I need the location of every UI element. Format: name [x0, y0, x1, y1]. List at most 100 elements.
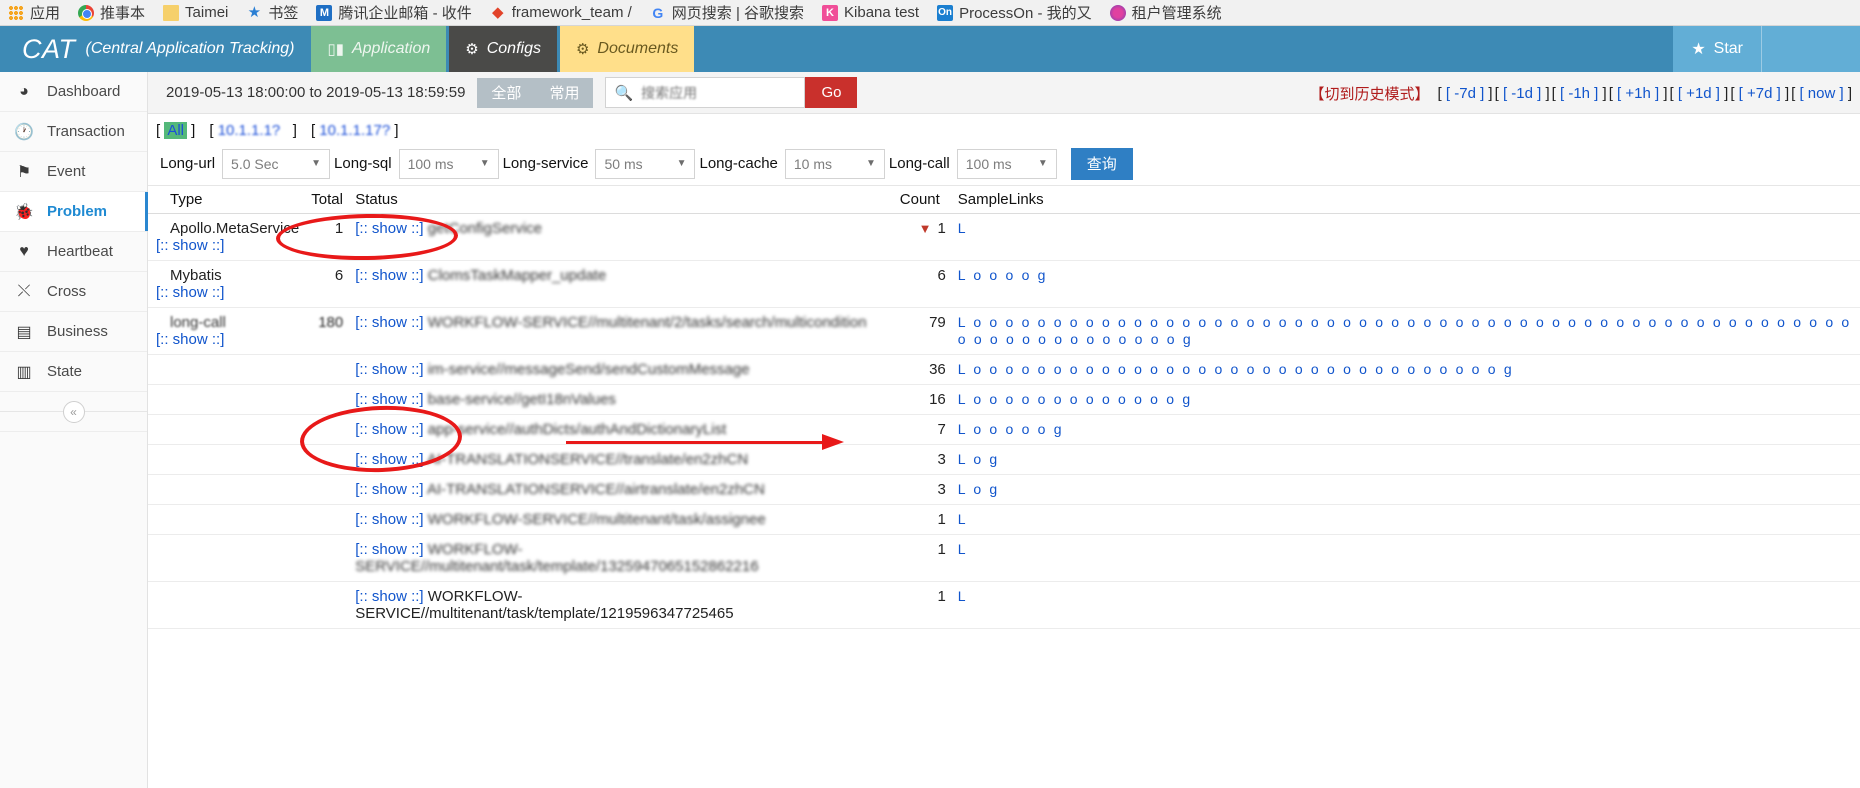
bar-chart-icon: ▯▮	[327, 41, 344, 58]
sample-links[interactable]: L o o o o g	[958, 267, 1048, 283]
ip-filter-host-1[interactable]: [ 10.1.1.1? ]	[209, 122, 297, 139]
sidebar-item-dashboard[interactable]: ◕ Dashboard	[0, 72, 147, 112]
cell-type	[148, 414, 306, 445]
scope-all-button[interactable]: 全部	[477, 78, 535, 108]
tab-documents[interactable]: ⚙ Documents	[556, 26, 695, 72]
sample-links[interactable]: L o g	[958, 481, 1000, 497]
ip-filter-label[interactable]: All	[164, 121, 188, 139]
filter-select-long-call[interactable]: 100 ms ▼	[956, 148, 1057, 179]
cell-samplelinks: L	[951, 213, 1860, 261]
sidebar-item-cross[interactable]: ⤬ Cross	[0, 272, 147, 312]
status-text: ClomsTaskMapper_update	[427, 267, 607, 284]
browser-bookmark-bar: 应用 推事本 Taimei ★ 书签 M 腾讯企业邮箱 - 收件 ◆ framewor…	[0, 0, 1860, 26]
sample-links[interactable]: L o o o o o g	[958, 421, 1064, 437]
time-shortcut-now[interactable]: [ [ now ] ]	[1791, 85, 1852, 102]
sample-links[interactable]: L	[958, 541, 968, 557]
bookmark-item[interactable]: ◆ framework_team /	[488, 1, 634, 25]
status-show-link[interactable]: [:: show ::]	[355, 314, 423, 331]
ip-filter-label[interactable]: 10.1.1.1?	[218, 122, 281, 139]
column-header-total[interactable]: Total	[305, 186, 350, 214]
filter-select-long-url[interactable]: 5.0 Sec ▼	[222, 148, 331, 179]
sample-links[interactable]: L	[958, 220, 968, 236]
bookmark-item[interactable]: 租户管理系统	[1108, 1, 1224, 25]
scope-common-button[interactable]: 常用	[535, 78, 593, 108]
time-shortcut-minus1h[interactable]: [ [ -1h ] ]	[1552, 85, 1607, 102]
shortcut-label[interactable]: [ +1h ]	[1617, 85, 1659, 102]
bookmark-item[interactable]: On ProcessOn - 我的又	[935, 1, 1094, 25]
star-button[interactable]: ★ Star	[1673, 26, 1762, 72]
date-range-label[interactable]: 2019-05-13 18:00:00 to 2019-05-13 18:59:…	[154, 84, 477, 101]
go-button[interactable]: Go	[805, 77, 858, 108]
search-box[interactable]: 🔍	[605, 77, 806, 108]
sample-links[interactable]: L o o o o o o o o o o o o o g	[958, 391, 1193, 407]
cell-total	[305, 444, 350, 475]
shortcut-label[interactable]: [ +7d ]	[1739, 85, 1781, 102]
shortcut-label[interactable]: [ -7d ]	[1446, 85, 1484, 102]
time-shortcut-minus1d[interactable]: [ [ -1d ] ]	[1495, 85, 1550, 102]
shortcut-label[interactable]: [ -1d ]	[1503, 85, 1541, 102]
type-show-link[interactable]: [:: show ::]	[156, 331, 299, 348]
bookmark-item[interactable]: M 腾讯企业邮箱 - 收件	[314, 1, 473, 25]
sample-links[interactable]: L o o o o o o o o o o o o o o o o o o o …	[958, 314, 1852, 347]
gitlab-icon: ◆	[491, 3, 504, 21]
status-show-link[interactable]: [:: show ::]	[355, 391, 423, 408]
status-show-link[interactable]: [:: show ::]	[355, 451, 423, 468]
sidebar-item-heartbeat[interactable]: ♥ Heartbeat	[0, 232, 147, 272]
status-show-link[interactable]: [:: show ::]	[355, 511, 423, 528]
sidebar-item-transaction[interactable]: 🕐 Transaction	[0, 112, 147, 152]
bookmark-item[interactable]: Taimei	[161, 1, 230, 25]
search-input[interactable]	[639, 83, 797, 102]
tenant-system-icon	[1109, 4, 1126, 21]
status-show-link[interactable]: [:: show ::]	[355, 421, 423, 438]
status-show-link[interactable]: [:: show ::]	[355, 588, 423, 605]
sidebar-item-business[interactable]: ▤ Business	[0, 312, 147, 352]
ip-filter-label[interactable]: 10.1.1.17?	[319, 122, 390, 139]
time-shortcut-plus1d[interactable]: [ [ +1d ] ]	[1670, 85, 1729, 102]
type-show-link[interactable]: [:: show ::]	[156, 284, 299, 301]
bookmark-item[interactable]: G 网页搜索 | 谷歌搜索	[648, 1, 806, 25]
sidebar-item-event[interactable]: ⚑ Event	[0, 152, 147, 192]
sidebar-item-problem[interactable]: 🐞 Problem	[0, 192, 148, 232]
shortcut-label[interactable]: [ now ]	[1799, 85, 1843, 102]
ip-filter-host-2[interactable]: [ 10.1.1.17? ]	[311, 122, 399, 139]
history-mode-link[interactable]: 【切到历史模式】	[1310, 83, 1430, 104]
bookmark-item[interactable]: ★ 书签	[244, 1, 300, 25]
sample-links[interactable]: L o g	[958, 451, 1000, 467]
ip-filter-all[interactable]: [ All ]	[156, 121, 195, 139]
chevron-double-left-icon: «	[62, 400, 85, 423]
filter-select-long-sql[interactable]: 100 ms ▼	[398, 148, 499, 179]
sample-links[interactable]: L o o o o o o o o o o o o o o o o o o o …	[958, 361, 1514, 377]
sidebar-item-state[interactable]: ▥ State	[0, 352, 147, 392]
query-button[interactable]: 查询	[1070, 147, 1133, 180]
status-show-link[interactable]: [:: show ::]	[355, 481, 423, 498]
sidebar-collapse-button[interactable]: «	[0, 392, 147, 432]
column-header-status[interactable]: Status	[349, 186, 894, 214]
shortcut-label[interactable]: [ -1h ]	[1560, 85, 1598, 102]
bookmark-item[interactable]: 应用	[6, 1, 62, 25]
tab-configs[interactable]: ⚙ Configs	[446, 26, 557, 72]
shortcut-label[interactable]: [ +1d ]	[1678, 85, 1720, 102]
bookmark-item[interactable]: 推事本	[76, 1, 147, 25]
column-header-count[interactable]: Count	[893, 186, 952, 214]
tab-application[interactable]: ▯▮ Application	[308, 26, 447, 72]
type-show-link[interactable]: [:: show ::]	[156, 237, 299, 254]
status-show-link[interactable]: [:: show ::]	[355, 267, 423, 284]
kibana-icon: K	[822, 4, 839, 21]
sample-links[interactable]: L	[958, 588, 968, 604]
status-show-link[interactable]: [:: show ::]	[355, 541, 423, 558]
filter-label-long-call: Long-call	[888, 155, 950, 172]
column-header-type[interactable]: Type	[148, 186, 306, 214]
tab-label: Application	[351, 40, 431, 57]
cell-status: [:: show ::] AI-TRANSLATIONSERVICE//airt…	[349, 474, 894, 505]
status-show-link[interactable]: [:: show ::]	[355, 361, 423, 378]
filter-select-long-service[interactable]: 50 ms ▼	[595, 148, 696, 179]
divider	[0, 411, 63, 412]
time-shortcut-minus7d[interactable]: [ [ -7d ] ]	[1438, 85, 1493, 102]
column-header-samplelinks[interactable]: SampleLinks	[951, 186, 1860, 214]
time-shortcut-plus1h[interactable]: [ [ +1h ] ]	[1609, 85, 1668, 102]
bookmark-item[interactable]: K Kibana test	[820, 1, 921, 25]
time-shortcut-plus7d[interactable]: [ [ +7d ] ]	[1730, 85, 1789, 102]
sample-links[interactable]: L	[958, 511, 968, 527]
status-show-link[interactable]: [:: show ::]	[355, 220, 423, 237]
filter-select-long-cache[interactable]: 10 ms ▼	[784, 148, 885, 179]
